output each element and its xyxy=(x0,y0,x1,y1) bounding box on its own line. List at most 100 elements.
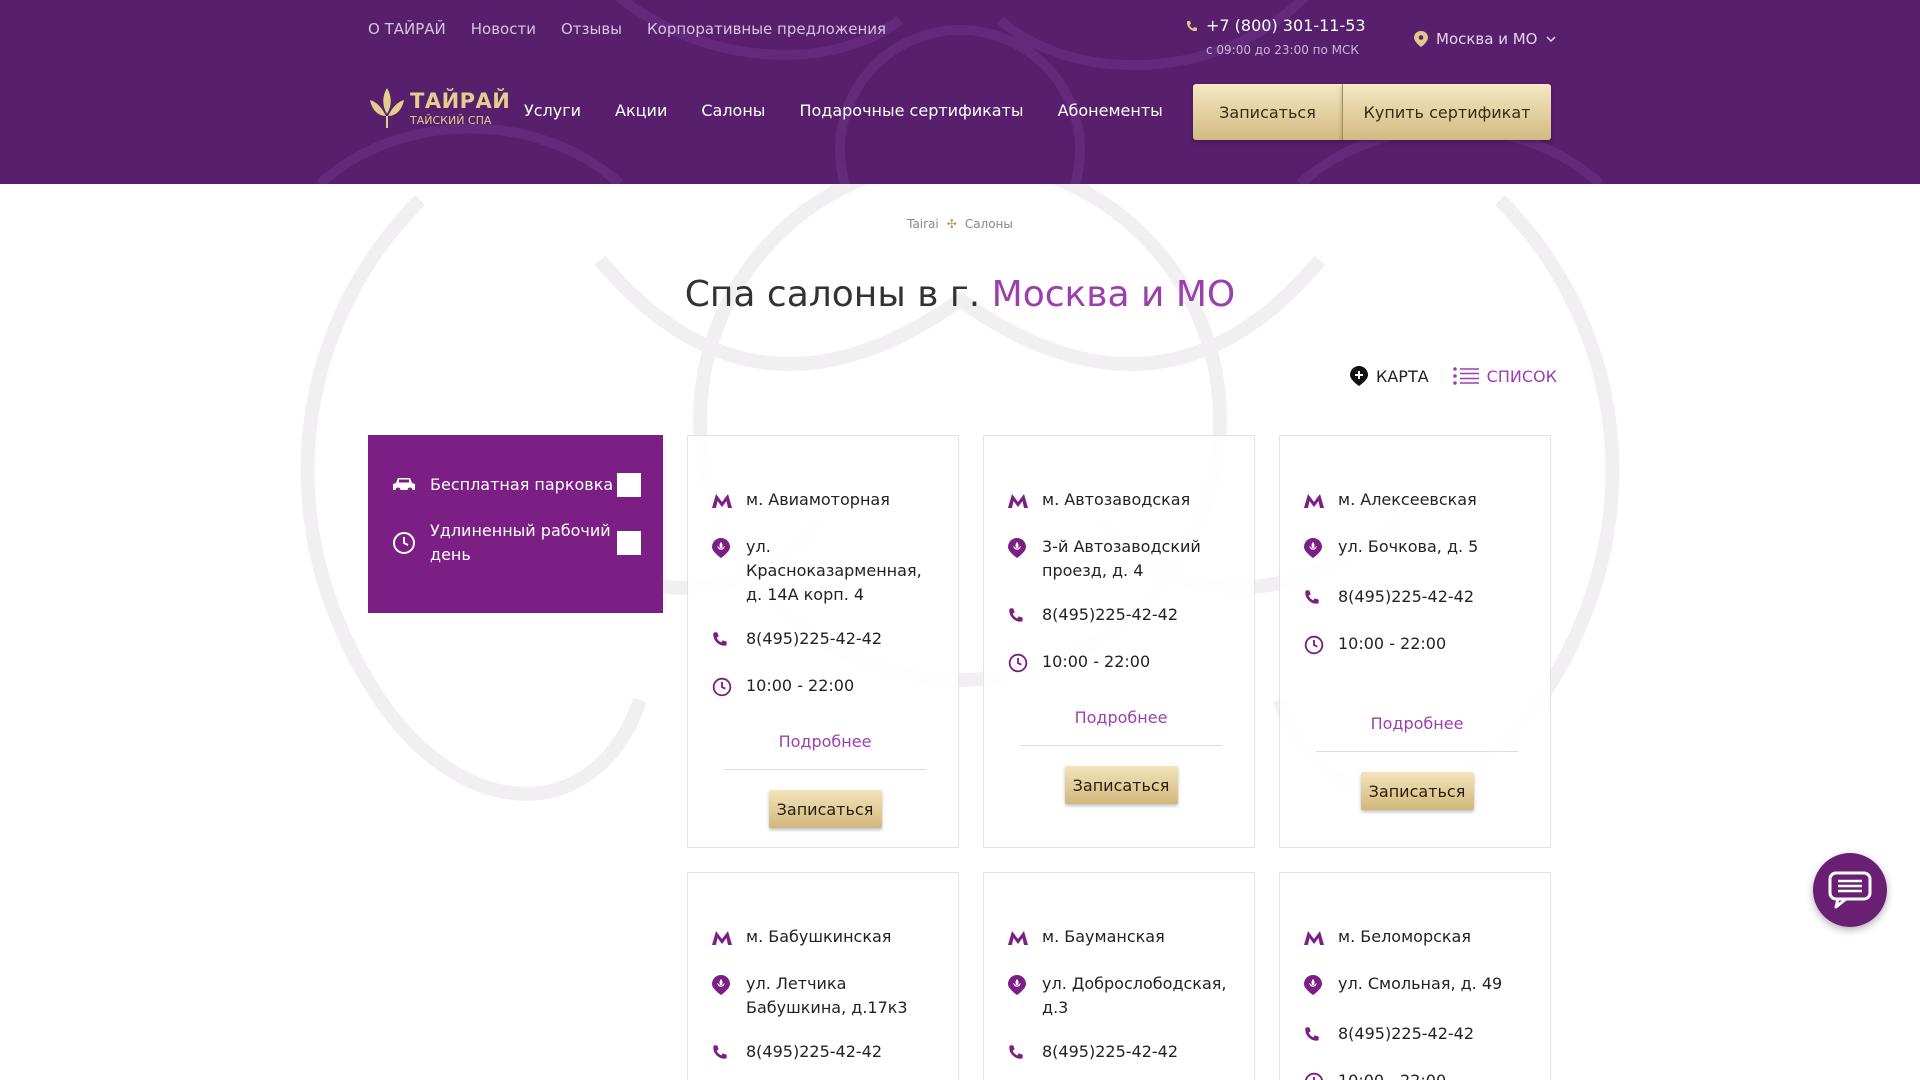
top-link-corporate[interactable]: Корпоративные предложения xyxy=(647,20,886,38)
breadcrumb-home[interactable]: Tairai xyxy=(907,217,939,231)
nav-promos[interactable]: Акции xyxy=(615,101,667,120)
salon-address: ул. Доброслободская, д.3 xyxy=(1042,974,1227,1017)
logo-subtitle: ТАЙСКИЙ СПА xyxy=(410,113,492,127)
book-button[interactable]: Записаться xyxy=(1193,84,1342,140)
salon-address: ул. Летчика Бабушкина, д.17к3 xyxy=(746,974,908,1017)
clock-icon xyxy=(712,677,732,697)
phone-number[interactable]: +7 (800) 301-11-53 xyxy=(1206,16,1366,35)
filter-extended-hours: Удлиненный рабочий день xyxy=(392,519,641,567)
salon-more-link[interactable]: Подробнее xyxy=(1020,708,1222,746)
salon-address: 3-й Автозаводский проезд, д. 4 xyxy=(1042,537,1201,580)
salon-book-button[interactable]: Записаться xyxy=(1360,772,1474,810)
salon-address: ул. Смольная, д. 49 xyxy=(1338,974,1503,993)
salon-card: м. Авиамоторная ул. Красноказарменная, д… xyxy=(687,435,959,848)
logo[interactable]: ТАЙРАЙ ТАЙСКИЙ СПА xyxy=(368,86,510,130)
phone-icon xyxy=(713,1045,727,1059)
location-pin-icon xyxy=(1008,538,1026,558)
list-icon xyxy=(1452,367,1479,385)
salon-address: ул. Красноказарменная, д. 14А корп. 4 xyxy=(746,537,922,604)
salon-phone[interactable]: 8(495)225-42-42 xyxy=(1042,603,1178,630)
salon-phone[interactable]: 8(495)225-42-42 xyxy=(1042,1040,1178,1067)
top-link-reviews[interactable]: Отзывы xyxy=(561,20,622,38)
breadcrumb-current: Салоны xyxy=(964,217,1013,231)
location-pin-icon xyxy=(712,975,730,995)
filter-extended-label: Удлиненный рабочий день xyxy=(430,521,611,564)
view-map-label: КАРТА xyxy=(1376,366,1429,386)
metro-icon xyxy=(1304,494,1324,508)
filter-parking: Бесплатная парковка xyxy=(392,473,641,497)
chevron-down-icon xyxy=(1545,36,1556,42)
location-pin-icon xyxy=(1008,975,1026,995)
clock-icon xyxy=(1008,653,1028,673)
buy-certificate-button[interactable]: Купить сертификат xyxy=(1342,84,1551,140)
salon-more-link[interactable]: Подробнее xyxy=(1316,714,1518,752)
breadcrumb-separator-icon: ✣ xyxy=(946,217,957,231)
phone-icon xyxy=(1305,590,1319,604)
clock-icon xyxy=(1304,635,1324,655)
clock-icon xyxy=(393,532,415,554)
view-list-toggle[interactable]: СПИСОК xyxy=(1452,366,1557,386)
logo-title: ТАЙРАЙ xyxy=(410,88,511,113)
salon-card: м. Алексеевская ул. Бочкова, д. 5 8(495)… xyxy=(1279,435,1551,848)
salon-book-button[interactable]: Записаться xyxy=(768,790,882,828)
nav-gift-certificates[interactable]: Подарочные сертификаты xyxy=(799,101,1023,120)
salon-card: м. Автозаводская 3-й Автозаводский проез… xyxy=(983,435,1255,848)
salon-hours: 10:00 - 22:00 xyxy=(746,676,855,695)
breadcrumb: Tairai ✣ Салоны xyxy=(0,217,1920,231)
top-link-about[interactable]: О ТАЙРАЙ xyxy=(368,20,446,38)
metro-icon xyxy=(1304,931,1324,945)
salon-phone[interactable]: 8(495)225-42-42 xyxy=(746,627,882,654)
salon-metro: м. Бабушкинская xyxy=(746,927,892,946)
top-link-news[interactable]: Новости xyxy=(471,20,536,38)
filter-parking-checkbox[interactable] xyxy=(617,473,641,497)
phone-block: +7 (800) 301-11-53 с 09:00 до 23:00 по М… xyxy=(1186,16,1366,57)
metro-icon xyxy=(712,931,732,945)
salon-hours: 10:00 - 22:00 xyxy=(1042,652,1151,671)
location-pin-icon xyxy=(712,538,730,558)
phone-icon xyxy=(1009,608,1023,622)
salon-metro: м. Авиамоторная xyxy=(746,490,890,509)
salon-address: ул. Бочкова, д. 5 xyxy=(1338,537,1479,556)
filter-extended-checkbox[interactable] xyxy=(617,531,641,555)
nav-subscriptions[interactable]: Абонементы xyxy=(1058,101,1163,120)
salon-book-button[interactable]: Записаться xyxy=(1064,766,1178,804)
view-map-toggle[interactable]: КАРТА xyxy=(1350,366,1429,386)
nav-salons[interactable]: Салоны xyxy=(701,101,765,120)
salon-more-link[interactable]: Подробнее xyxy=(724,732,926,770)
metro-icon xyxy=(1008,494,1028,508)
location-pin-icon xyxy=(1414,31,1428,47)
chat-button[interactable] xyxy=(1813,853,1887,927)
main-nav: Услуги Акции Салоны Подарочные сертифика… xyxy=(524,101,1163,120)
lotus-logo-icon xyxy=(370,88,404,128)
salon-phone[interactable]: 8(495)225-42-42 xyxy=(1338,585,1474,612)
view-toggle: КАРТА СПИСОК xyxy=(1350,366,1557,386)
phone-hours: с 09:00 до 23:00 по МСК xyxy=(1206,43,1359,57)
location-pin-icon xyxy=(1304,538,1322,558)
page-title-city[interactable]: Москва и МО xyxy=(992,274,1236,315)
clock-icon xyxy=(1304,1072,1324,1080)
salon-hours: 10:00 - 22:00 xyxy=(1338,634,1447,653)
salon-phone[interactable]: 8(495)225-42-42 xyxy=(746,1040,882,1067)
location-pin-icon xyxy=(1304,975,1322,995)
top-links: О ТАЙРАЙ Новости Отзывы Корпоративные пр… xyxy=(368,20,886,38)
car-icon xyxy=(393,478,415,493)
salon-phone[interactable]: 8(495)225-42-42 xyxy=(1338,1022,1474,1049)
nav-services[interactable]: Услуги xyxy=(524,101,581,120)
salon-metro: м. Бауманская xyxy=(1042,927,1165,946)
salon-hours: 10:00 - 22:00 xyxy=(1338,1069,1446,1080)
phone-icon xyxy=(1305,1027,1319,1041)
site-header: О ТАЙРАЙ Новости Отзывы Корпоративные пр… xyxy=(0,0,1920,184)
salon-card: м. Беломорская ул. Смольная, д. 49 8(495… xyxy=(1279,872,1551,1080)
view-list-label: СПИСОК xyxy=(1486,366,1557,386)
city-selector[interactable]: Москва и МО xyxy=(1414,30,1556,48)
city-name: Москва и МО xyxy=(1436,30,1538,48)
phone-icon xyxy=(713,632,727,646)
phone-icon xyxy=(1187,20,1197,31)
chat-icon xyxy=(1828,871,1872,909)
salon-card: м. Бауманская ул. Доброслободская, д.3 8… xyxy=(983,872,1255,1080)
header-buttons: Записаться Купить сертификат xyxy=(1193,84,1551,140)
metro-icon xyxy=(712,494,732,508)
salon-metro: м. Алексеевская xyxy=(1338,490,1477,509)
page-title-prefix: Спа салоны в г. xyxy=(684,274,981,315)
salon-metro: м. Беломорская xyxy=(1338,927,1471,946)
